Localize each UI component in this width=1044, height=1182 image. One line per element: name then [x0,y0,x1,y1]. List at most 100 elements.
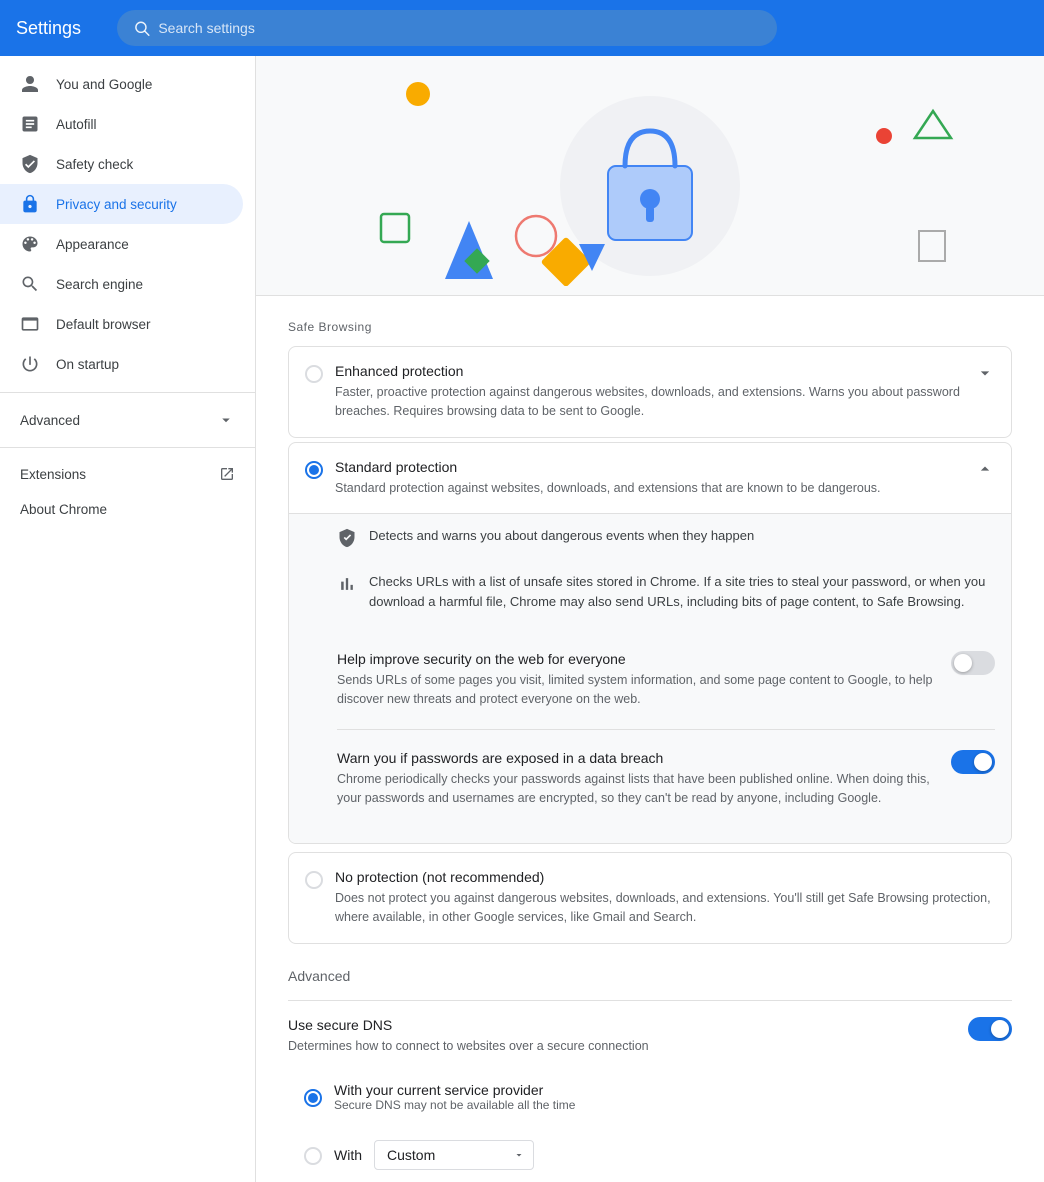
enhanced-expand-btn[interactable] [975,363,995,383]
standard-option-text: Standard protection Standard protection … [335,459,881,498]
no-protection-desc: Does not protect you against dangerous w… [335,889,995,927]
sidebar-item-label: On startup [56,357,119,372]
search-icon [20,274,40,294]
enhanced-radio[interactable] [305,365,323,383]
enhanced-desc: Faster, proactive protection against dan… [335,383,963,421]
sidebar-item-safety-check[interactable]: Safety check [0,144,243,184]
standard-radio-fill [309,465,319,475]
sidebar: You and Google Autofill Safety check Pri… [0,56,256,1182]
custom-provider-select[interactable]: Custom [374,1140,534,1170]
article-icon [20,114,40,134]
safe-browsing-label: Safe Browsing [288,320,1012,334]
dns-custom-radio[interactable] [304,1147,322,1165]
help-improve-toggle[interactable] [951,651,995,675]
enhanced-protection-card: Enhanced protection Faster, proactive pr… [288,346,1012,438]
warn-passwords-text: Warn you if passwords are exposed in a d… [337,750,935,808]
no-protection-radio[interactable] [305,871,323,889]
feature-text-1: Detects and warns you about dangerous ev… [369,526,754,546]
dns-title: Use secure DNS [288,1017,649,1033]
enhanced-protection-header[interactable]: Enhanced protection Faster, proactive pr… [289,347,1011,437]
power-icon [20,354,40,374]
warn-passwords-toggle[interactable] [951,750,995,774]
content-area: Safe Browsing Enhanced protection Faster… [256,296,1044,1182]
sidebar-item-about-chrome[interactable]: About Chrome [0,492,243,527]
sidebar-item-default-browser[interactable]: Default browser [0,304,243,344]
dns-text: Use secure DNS Determines how to connect… [288,1017,649,1056]
standard-protection-card: Standard protection Standard protection … [288,442,1012,845]
standard-title: Standard protection [335,459,881,475]
feature-row-1: Detects and warns you about dangerous ev… [337,514,995,560]
dns-toggle-row: Use secure DNS Determines how to connect… [288,1000,1012,1064]
chevron-down-icon [975,363,995,383]
sidebar-item-on-startup[interactable]: On startup [0,344,243,384]
search-icon [133,19,150,37]
dns-current-radio[interactable] [304,1089,322,1107]
sidebar-item-label: Appearance [56,237,129,252]
sidebar-divider [0,392,255,393]
dns-current-text: With your current service provider Secur… [334,1082,575,1112]
sidebar-item-label: Autofill [56,117,97,132]
dns-custom-label: With [334,1147,362,1163]
help-improve-desc: Sends URLs of some pages you visit, limi… [337,671,935,709]
sidebar-item-search-engine[interactable]: Search engine [0,264,243,304]
chevron-up-icon [975,459,995,479]
warn-passwords-desc: Chrome periodically checks your password… [337,770,935,808]
advanced-label: Advanced [20,413,80,428]
standard-radio[interactable] [305,461,323,479]
browser-icon [20,314,40,334]
dns-section: Use secure DNS Determines how to connect… [288,1000,1012,1182]
dns-sub-options: With your current service provider Secur… [288,1072,1012,1182]
sidebar-divider-2 [0,447,255,448]
sidebar-item-label: Default browser [56,317,151,332]
warn-passwords-row: Warn you if passwords are exposed in a d… [337,730,995,828]
standard-expanded-content: Detects and warns you about dangerous ev… [289,513,1011,843]
dns-current-sublabel: Secure DNS may not be available all the … [334,1098,575,1112]
sidebar-advanced-section[interactable]: Advanced [0,401,255,439]
dns-desc: Determines how to connect to websites ov… [288,1037,649,1056]
feature-row-2: Checks URLs with a list of unsafe sites … [337,560,995,623]
help-improve-title: Help improve security on the web for eve… [337,651,935,667]
main-content: Safe Browsing Enhanced protection Faster… [256,56,1044,1182]
dns-current-label: With your current service provider [334,1082,575,1098]
bar-chart-icon [337,574,357,594]
no-protection-header[interactable]: No protection (not recommended) Does not… [289,853,1011,943]
warn-passwords-title: Warn you if passwords are exposed in a d… [337,750,935,766]
sidebar-item-label: You and Google [56,77,152,92]
extensions-label: Extensions [20,467,86,482]
dns-current-radio-fill [308,1093,318,1103]
enhanced-option-text: Enhanced protection Faster, proactive pr… [335,363,963,421]
sidebar-item-appearance[interactable]: Appearance [0,224,243,264]
no-protection-option-text: No protection (not recommended) Does not… [335,869,995,927]
dns-option-current[interactable]: With your current service provider Secur… [304,1072,1012,1122]
about-chrome-label: About Chrome [20,502,107,517]
standard-desc: Standard protection against websites, do… [335,479,881,498]
custom-select-row: Custom [374,1132,534,1178]
feature-text-2: Checks URLs with a list of unsafe sites … [369,572,995,611]
sidebar-item-extensions[interactable]: Extensions [0,456,255,492]
advanced-section-label: Advanced [288,968,1012,984]
dns-toggle[interactable] [968,1017,1012,1041]
search-bar[interactable] [117,10,777,46]
app-title: Settings [16,18,81,39]
dns-option-custom[interactable]: With Custom [304,1122,1012,1182]
standard-expand-btn[interactable] [975,459,995,479]
search-input[interactable] [158,20,761,36]
shield-feature-icon [337,528,357,548]
no-protection-title: No protection (not recommended) [335,869,995,885]
external-link-icon [219,466,235,482]
sidebar-item-label: Search engine [56,277,143,292]
standard-protection-header[interactable]: Standard protection Standard protection … [289,443,1011,514]
sidebar-item-you-and-google[interactable]: You and Google [0,64,243,104]
lock-icon [20,194,40,214]
shield-icon [20,154,40,174]
sidebar-item-privacy-and-security[interactable]: Privacy and security [0,184,243,224]
no-protection-card: No protection (not recommended) Does not… [288,852,1012,944]
enhanced-title: Enhanced protection [335,363,963,379]
app-header: Settings [0,0,1044,56]
hero-svg [310,66,990,286]
help-improve-row: Help improve security on the web for eve… [337,631,995,730]
sidebar-item-label: Privacy and security [56,197,177,212]
palette-icon [20,234,40,254]
sidebar-item-autofill[interactable]: Autofill [0,104,243,144]
person-icon [20,74,40,94]
